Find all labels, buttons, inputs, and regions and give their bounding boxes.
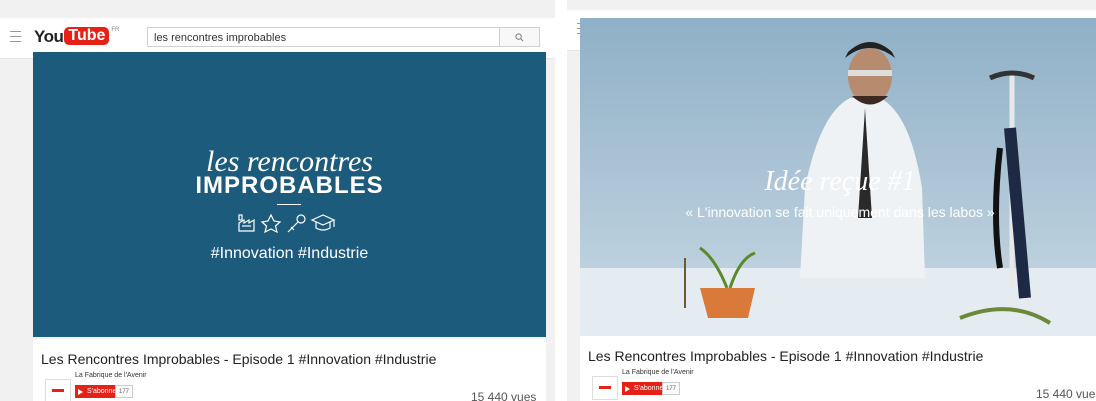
- right-screenshot: You Tube FR: [567, 0, 1096, 401]
- logo-you: You: [34, 27, 64, 46]
- channel-name[interactable]: La Fabrique de l'Avenir: [622, 369, 694, 376]
- theme-icons: [33, 212, 546, 239]
- microphone-icon: [287, 214, 306, 233]
- video-player[interactable]: les rencontres IMPROBABLES #Innovation #…: [33, 52, 546, 337]
- star-icon: [260, 213, 281, 234]
- view-count: 15 440 vues: [1036, 387, 1096, 401]
- video-title: Les Rencontres Improbables - Episode 1 #…: [588, 348, 984, 364]
- channel-avatar[interactable]: [592, 376, 618, 400]
- subscribe-label: S'abonner: [634, 385, 666, 392]
- search-box[interactable]: [147, 27, 500, 47]
- video-title-bold: IMPROBABLES: [195, 172, 384, 199]
- view-count: 15 440 vues: [471, 390, 537, 401]
- play-icon: [625, 385, 630, 392]
- myth-subtitle: « L'innovation se fait uniquement dans l…: [685, 204, 995, 220]
- logo-tube: Tube: [64, 27, 110, 45]
- subscriber-count: 177: [662, 382, 681, 395]
- video-player[interactable]: Idée reçue #1 « L'innovation se fait uni…: [580, 18, 1096, 336]
- video-info: Les Rencontres Improbables - Episode 1 #…: [33, 339, 546, 401]
- subscriber-count: 177: [115, 385, 134, 398]
- video-title: Les Rencontres Improbables - Episode 1 #…: [41, 351, 437, 367]
- myth-title: Idée reçue #1: [764, 166, 916, 197]
- logo-region: FR: [111, 27, 120, 33]
- factory-icon: [237, 214, 255, 232]
- channel-avatar[interactable]: [45, 379, 71, 401]
- search-button[interactable]: [500, 27, 540, 47]
- graduation-cap-icon: [310, 214, 335, 231]
- youtube-logo[interactable]: You Tube FR: [34, 27, 119, 47]
- title-divider: [277, 204, 301, 205]
- channel-name[interactable]: La Fabrique de l'Avenir: [75, 372, 147, 379]
- search-input[interactable]: [148, 29, 499, 47]
- video-hashtags: #Innovation #Industrie: [210, 245, 369, 262]
- video-info: Les Rencontres Improbables - Episode 1 #…: [580, 336, 1096, 401]
- subscribe-label: S'abonner: [87, 388, 119, 395]
- left-screenshot: You Tube FR les rencontres IMPROBABLES: [0, 0, 555, 401]
- play-icon: [78, 388, 83, 395]
- menu-icon[interactable]: [10, 31, 21, 42]
- search-icon: [515, 32, 524, 41]
